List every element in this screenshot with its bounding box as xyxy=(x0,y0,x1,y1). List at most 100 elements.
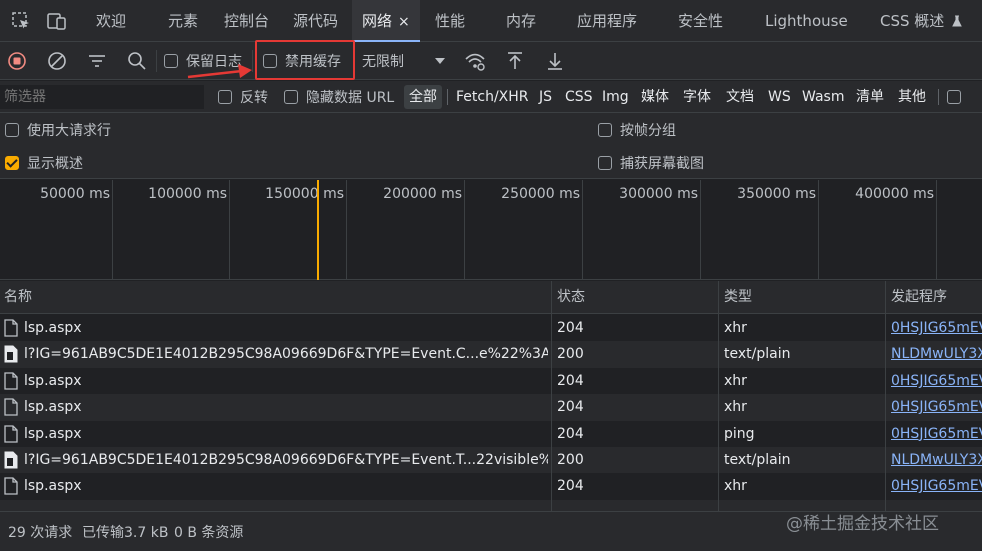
filter-type-manifest[interactable]: 清单 xyxy=(856,81,884,113)
request-type: text/plain xyxy=(724,452,791,468)
timeline-overview[interactable]: 50000 ms 100000 ms 150000 ms 200000 ms 2… xyxy=(0,180,982,280)
tab-css-overview[interactable]: CSS 概述 xyxy=(880,0,962,42)
table-row[interactable]: lsp.aspx 204 ping 0HSJIG65mEV xyxy=(0,421,982,447)
tab-application[interactable]: 应用程序 xyxy=(577,0,637,42)
filter-divider xyxy=(447,89,448,105)
filter-type-media[interactable]: 媒体 xyxy=(641,81,669,113)
table-row[interactable]: lsp.aspx 204 xhr 0HSJIG65mEV xyxy=(0,315,982,341)
close-icon[interactable]: × xyxy=(398,14,410,30)
request-name: lsp.aspx xyxy=(24,372,82,389)
filter-type-wasm[interactable]: Wasm xyxy=(802,81,844,113)
filter-input[interactable] xyxy=(0,85,204,109)
search-icon[interactable] xyxy=(124,42,150,80)
request-name: l?IG=961AB9C5DE1E4012B295C98A09669D6F&TY… xyxy=(24,346,548,363)
hide-data-url-checkbox[interactable] xyxy=(284,90,298,104)
filter-type-css[interactable]: CSS xyxy=(565,81,593,113)
timeline-tick-label: 100000 ms xyxy=(148,186,227,202)
request-initiator-link[interactable]: 0HSJIG65mEV xyxy=(891,315,982,341)
timeline-tick-label: 150000 ms xyxy=(265,186,344,202)
transferred-size: 已传输3.7 kB xyxy=(82,525,169,541)
filter-type-ws[interactable]: WS xyxy=(768,81,791,113)
timeline-tick-label: 300000 ms xyxy=(619,186,698,202)
tab-elements[interactable]: 元素 xyxy=(168,0,198,42)
group-by-frame-checkbox[interactable] xyxy=(598,122,612,137)
capture-screenshots-toggle[interactable]: 捕获屏幕截图 xyxy=(598,146,704,179)
request-initiator-link[interactable]: 0HSJIG65mEV xyxy=(891,394,982,420)
table-row[interactable]: lsp.aspx 204 xhr 0HSJIG65mEV xyxy=(0,394,982,421)
capture-screenshots-checkbox[interactable] xyxy=(598,155,612,170)
show-overview-label: 显示概述 xyxy=(27,155,83,172)
requests-table-header: 名称 状态 类型 发起程序 xyxy=(0,281,982,314)
show-overview-toggle[interactable]: 显示概述 xyxy=(5,146,83,179)
network-status-bar: 29 次请求 已传输3.7 kB 0 B 条资源 @稀土掘金技术社区 xyxy=(0,511,982,551)
tab-lighthouse[interactable]: Lighthouse xyxy=(765,0,848,42)
throttling-select[interactable]: 无限制 xyxy=(362,42,446,80)
invert-label: 反转 xyxy=(240,90,268,106)
request-status: 200 xyxy=(557,452,584,468)
filter-all-button[interactable]: 全部 xyxy=(404,85,442,109)
filter-icon[interactable] xyxy=(84,42,110,80)
request-type: xhr xyxy=(724,372,747,389)
tab-network[interactable]: 网络 × xyxy=(352,0,420,42)
invert-checkbox[interactable] xyxy=(218,90,232,104)
network-settings-panel: 使用大请求行 按帧分组 显示概述 捕获屏幕截图 xyxy=(0,113,982,179)
tab-performance[interactable]: 性能 xyxy=(435,0,465,42)
tab-welcome[interactable]: 欢迎 xyxy=(96,0,126,42)
stop-recording-icon[interactable] xyxy=(4,42,30,80)
request-type: xhr xyxy=(724,320,747,336)
device-toolbar-icon[interactable] xyxy=(44,0,70,42)
column-header-status[interactable]: 状态 xyxy=(553,281,585,314)
hide-data-url-label: 隐藏数据 URL xyxy=(306,90,395,106)
big-request-rows-checkbox[interactable] xyxy=(5,122,19,137)
inspect-element-icon[interactable] xyxy=(8,0,34,42)
devtools-tab-bar: 欢迎 元素 控制台 源代码 网络 × 性能 内存 应用程序 安全性 Lightho… xyxy=(0,0,982,42)
column-header-type[interactable]: 类型 xyxy=(720,281,752,314)
timeline-gridline xyxy=(936,180,937,280)
request-name: lsp.aspx xyxy=(24,478,82,495)
big-request-rows-label: 使用大请求行 xyxy=(27,122,111,139)
import-har-icon[interactable] xyxy=(502,42,528,80)
hide-data-url-toggle[interactable]: 隐藏数据 URL xyxy=(284,81,394,113)
blocked-requests-toggle[interactable] xyxy=(947,81,961,113)
tab-console[interactable]: 控制台 xyxy=(224,0,269,42)
watermark-text: @稀土掘金技术社区 xyxy=(786,514,939,534)
blocked-requests-checkbox[interactable] xyxy=(947,90,961,104)
filter-type-font[interactable]: 字体 xyxy=(683,81,711,113)
column-header-name[interactable]: 名称 xyxy=(0,281,32,314)
request-initiator-link[interactable]: NLDMwULY3X xyxy=(891,341,982,367)
request-initiator-link[interactable]: NLDMwULY3X xyxy=(891,447,982,473)
big-request-rows-toggle[interactable]: 使用大请求行 xyxy=(5,113,111,146)
request-initiator-link[interactable]: 0HSJIG65mEV xyxy=(891,473,982,499)
clear-icon[interactable] xyxy=(44,42,70,80)
filter-type-other[interactable]: 其他 xyxy=(898,81,926,113)
column-header-initiator[interactable]: 发起程序 xyxy=(887,281,947,314)
table-row[interactable]: lsp.aspx 204 xhr 0HSJIG65mEV xyxy=(0,368,982,394)
column-divider xyxy=(718,281,719,511)
request-initiator-link[interactable]: 0HSJIG65mEV xyxy=(891,421,982,447)
tab-memory[interactable]: 内存 xyxy=(506,0,536,42)
group-by-frame-toggle[interactable]: 按帧分组 xyxy=(598,113,676,146)
request-initiator-link[interactable]: 0HSJIG65mEV xyxy=(891,368,982,394)
preserve-log-checkbox[interactable] xyxy=(164,54,178,68)
file-icon xyxy=(4,319,18,341)
filter-type-js[interactable]: JS xyxy=(539,81,552,113)
export-har-icon[interactable] xyxy=(542,42,568,80)
tab-security[interactable]: 安全性 xyxy=(678,0,723,42)
table-row[interactable]: lsp.aspx 204 xhr 0HSJIG65mEV xyxy=(0,473,982,499)
filter-type-img[interactable]: Img xyxy=(602,81,629,113)
throttling-value: 无限制 xyxy=(362,54,404,70)
table-row[interactable]: l?IG=961AB9C5DE1E4012B295C98A09669D6F&TY… xyxy=(0,341,982,368)
group-by-frame-label: 按帧分组 xyxy=(620,122,676,139)
request-type: xhr xyxy=(724,399,747,416)
tab-sources[interactable]: 源代码 xyxy=(293,0,338,42)
request-status: 204 xyxy=(557,478,584,495)
table-row[interactable]: l?IG=961AB9C5DE1E4012B295C98A09669D6F&TY… xyxy=(0,447,982,474)
show-overview-checkbox[interactable] xyxy=(5,155,19,170)
invert-toggle[interactable]: 反转 xyxy=(218,81,268,113)
filter-type-doc[interactable]: 文档 xyxy=(726,81,754,113)
network-conditions-icon[interactable] xyxy=(462,42,488,80)
filter-bar: 反转 隐藏数据 URL 全部 Fetch/XHR JS CSS Img 媒体 字… xyxy=(0,81,982,113)
timeline-tick-label: 400000 ms xyxy=(855,186,934,202)
file-icon xyxy=(4,398,18,420)
filter-type-fetch-xhr[interactable]: Fetch/XHR xyxy=(456,81,529,113)
